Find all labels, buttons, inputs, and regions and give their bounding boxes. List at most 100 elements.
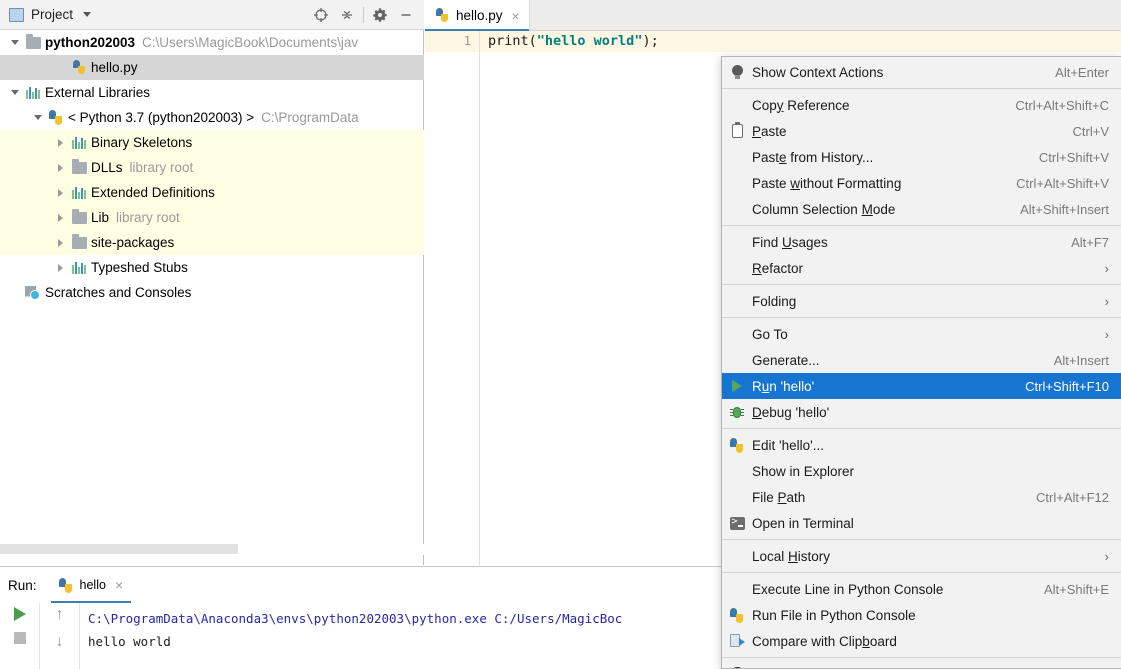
tree-row[interactable]: Scratches and Consoles xyxy=(0,280,424,305)
chevron-down-icon[interactable] xyxy=(29,115,46,120)
chevron-right-icon[interactable] xyxy=(52,238,69,247)
tree-node-detail: C:\Users\MagicBook\Documents\jav xyxy=(142,35,359,50)
tree-node-icon-wrap xyxy=(46,110,66,125)
project-panel-title: Project xyxy=(31,7,74,22)
chevron-right-icon[interactable] xyxy=(52,163,69,172)
tree-row[interactable]: DLLs library root xyxy=(0,155,424,180)
tree-node-detail: library root xyxy=(129,160,194,175)
compare-icon xyxy=(729,634,745,648)
menu-item-create-gist[interactable]: Create Gist... xyxy=(722,661,1121,668)
scroll-up-icon[interactable]: ↑ xyxy=(56,607,64,623)
tree-row[interactable]: Typeshed Stubs xyxy=(0,255,424,280)
gear-icon[interactable] xyxy=(367,2,393,28)
menu-item-shortcut: Alt+Enter xyxy=(1055,64,1109,80)
menu-item-find-usages[interactable]: Find Usages Alt+F7 xyxy=(722,229,1121,255)
menu-item-copy-reference[interactable]: Copy Reference Ctrl+Alt+Shift+C xyxy=(722,92,1121,118)
folder-icon xyxy=(71,233,87,249)
menu-item-refactor[interactable]: Refactor › xyxy=(722,255,1121,281)
menu-item-label: Open in Terminal xyxy=(752,515,854,531)
code-line-1: print("hello world"); xyxy=(480,31,1121,52)
toolbar-divider xyxy=(363,7,364,23)
menu-separator xyxy=(722,88,1121,89)
minimize-icon[interactable] xyxy=(393,2,419,28)
menu-item-paste[interactable]: Paste Ctrl+V xyxy=(722,118,1121,144)
menu-item-paste-without-formatting[interactable]: Paste without Formatting Ctrl+Alt+Shift+V xyxy=(722,170,1121,196)
tree-row[interactable]: External Libraries xyxy=(0,80,424,105)
menu-item-edit-hello[interactable]: Edit 'hello'... xyxy=(722,432,1121,458)
project-window-icon xyxy=(9,7,24,22)
editor-tab-label: hello.py xyxy=(456,8,503,23)
stop-icon[interactable] xyxy=(13,632,26,644)
menu-item-column-selection-mode[interactable]: Column Selection Mode Alt+Shift+Insert xyxy=(722,196,1121,222)
menu-item-show-in-explorer[interactable]: Show in Explorer xyxy=(722,458,1121,484)
tree-row[interactable]: site-packages xyxy=(0,230,424,255)
menu-item-compare-with-clipboard[interactable]: Compare with Clipboard xyxy=(722,628,1121,654)
menu-item-run-hello[interactable]: Run 'hello' Ctrl+Shift+F10 xyxy=(722,373,1121,399)
editor-tab-hello-py[interactable]: hello.py × xyxy=(425,0,530,31)
menu-item-shortcut: Ctrl+Alt+F12 xyxy=(1036,489,1109,505)
menu-item-shortcut: Alt+F7 xyxy=(1071,234,1109,250)
menu-separator xyxy=(722,539,1121,540)
project-tree[interactable]: python202003 C:\Users\MagicBook\Documents… xyxy=(0,30,424,305)
tree-node-icon-wrap xyxy=(69,60,89,75)
chevron-down-icon[interactable] xyxy=(6,90,23,95)
tree-row[interactable]: python202003 C:\Users\MagicBook\Documents… xyxy=(0,30,424,55)
run-icon[interactable] xyxy=(13,607,26,621)
menu-item-label: Run File in Python Console xyxy=(752,607,916,623)
tree-row[interactable]: Binary Skeletons xyxy=(0,130,424,155)
chevron-right-icon[interactable] xyxy=(52,138,69,147)
menu-item-label: Find Usages xyxy=(752,234,828,250)
menu-item-label: Show Context Actions xyxy=(752,64,884,80)
menu-item-show-context-actions[interactable]: Show Context Actions Alt+Enter xyxy=(722,59,1121,85)
tree-row[interactable]: < Python 3.7 (python202003) > C:\ProgramD… xyxy=(0,105,424,130)
editor-context-menu[interactable]: Show Context Actions Alt+Enter Copy Refere… xyxy=(721,56,1121,669)
project-horizontal-scrollbar[interactable] xyxy=(0,544,424,555)
menu-separator xyxy=(722,284,1121,285)
project-title-group[interactable]: Project xyxy=(9,7,92,22)
tree-row[interactable]: Extended Definitions xyxy=(0,180,424,205)
chevron-down-icon[interactable] xyxy=(83,12,92,17)
menu-item-folding[interactable]: Folding › xyxy=(722,288,1121,314)
code-token-print: print( xyxy=(488,33,537,49)
scrollbar-thumb[interactable] xyxy=(0,544,238,554)
chevron-right-icon: › xyxy=(1104,260,1109,276)
tree-row[interactable]: hello.py xyxy=(0,55,424,80)
collapse-all-icon[interactable] xyxy=(334,2,360,28)
menu-item-shortcut: Ctrl+V xyxy=(1072,123,1109,139)
terminal-icon xyxy=(729,516,745,530)
editor-gutter[interactable]: 1 xyxy=(425,31,480,565)
menu-item-execute-line-in-python-console[interactable]: Execute Line in Python Console Alt+Shift+… xyxy=(722,576,1121,602)
menu-item-run-file-in-python-console[interactable]: Run File in Python Console xyxy=(722,602,1121,628)
menu-item-label: Refactor xyxy=(752,260,804,276)
project-panel-toolbar xyxy=(308,0,419,30)
scroll-down-icon[interactable]: ↓ xyxy=(56,634,64,650)
tree-node-icon-wrap xyxy=(69,158,89,174)
chevron-down-icon[interactable] xyxy=(6,40,23,45)
debug-bug-icon xyxy=(730,406,744,419)
chevron-right-icon[interactable] xyxy=(52,263,69,272)
tree-row[interactable]: Lib library root xyxy=(0,205,424,230)
editor-tab-bar: hello.py × xyxy=(425,0,1121,31)
chevron-right-icon[interactable] xyxy=(52,188,69,197)
menu-item-paste-from-history[interactable]: Paste from History... Ctrl+Shift+V xyxy=(722,144,1121,170)
close-icon[interactable]: × xyxy=(512,9,520,23)
menu-item-label: Compare with Clipboard xyxy=(752,633,897,649)
chevron-right-icon[interactable] xyxy=(52,213,69,222)
menu-item-label: Paste xyxy=(752,123,787,139)
menu-separator xyxy=(722,428,1121,429)
menu-item-debug-hello[interactable]: Debug 'hello' xyxy=(722,399,1121,425)
menu-item-go-to[interactable]: Go To › xyxy=(722,321,1121,347)
close-icon[interactable]: × xyxy=(115,578,123,592)
tree-node-label: Binary Skeletons xyxy=(91,135,193,150)
library-icon xyxy=(25,86,41,99)
menu-item-generate[interactable]: Generate... Alt+Insert xyxy=(722,347,1121,373)
menu-item-file-path[interactable]: File Path Ctrl+Alt+F12 xyxy=(722,484,1121,510)
code-token-tail: ); xyxy=(642,33,659,49)
locate-target-icon[interactable] xyxy=(308,2,334,28)
folder-icon xyxy=(71,158,87,174)
menu-item-label: Execute Line in Python Console xyxy=(752,581,944,597)
menu-item-local-history[interactable]: Local History › xyxy=(722,543,1121,569)
menu-item-icon-wrap xyxy=(722,406,752,419)
menu-item-open-in-terminal[interactable]: Open in Terminal xyxy=(722,510,1121,536)
run-tab-hello[interactable]: hello × xyxy=(50,567,132,603)
